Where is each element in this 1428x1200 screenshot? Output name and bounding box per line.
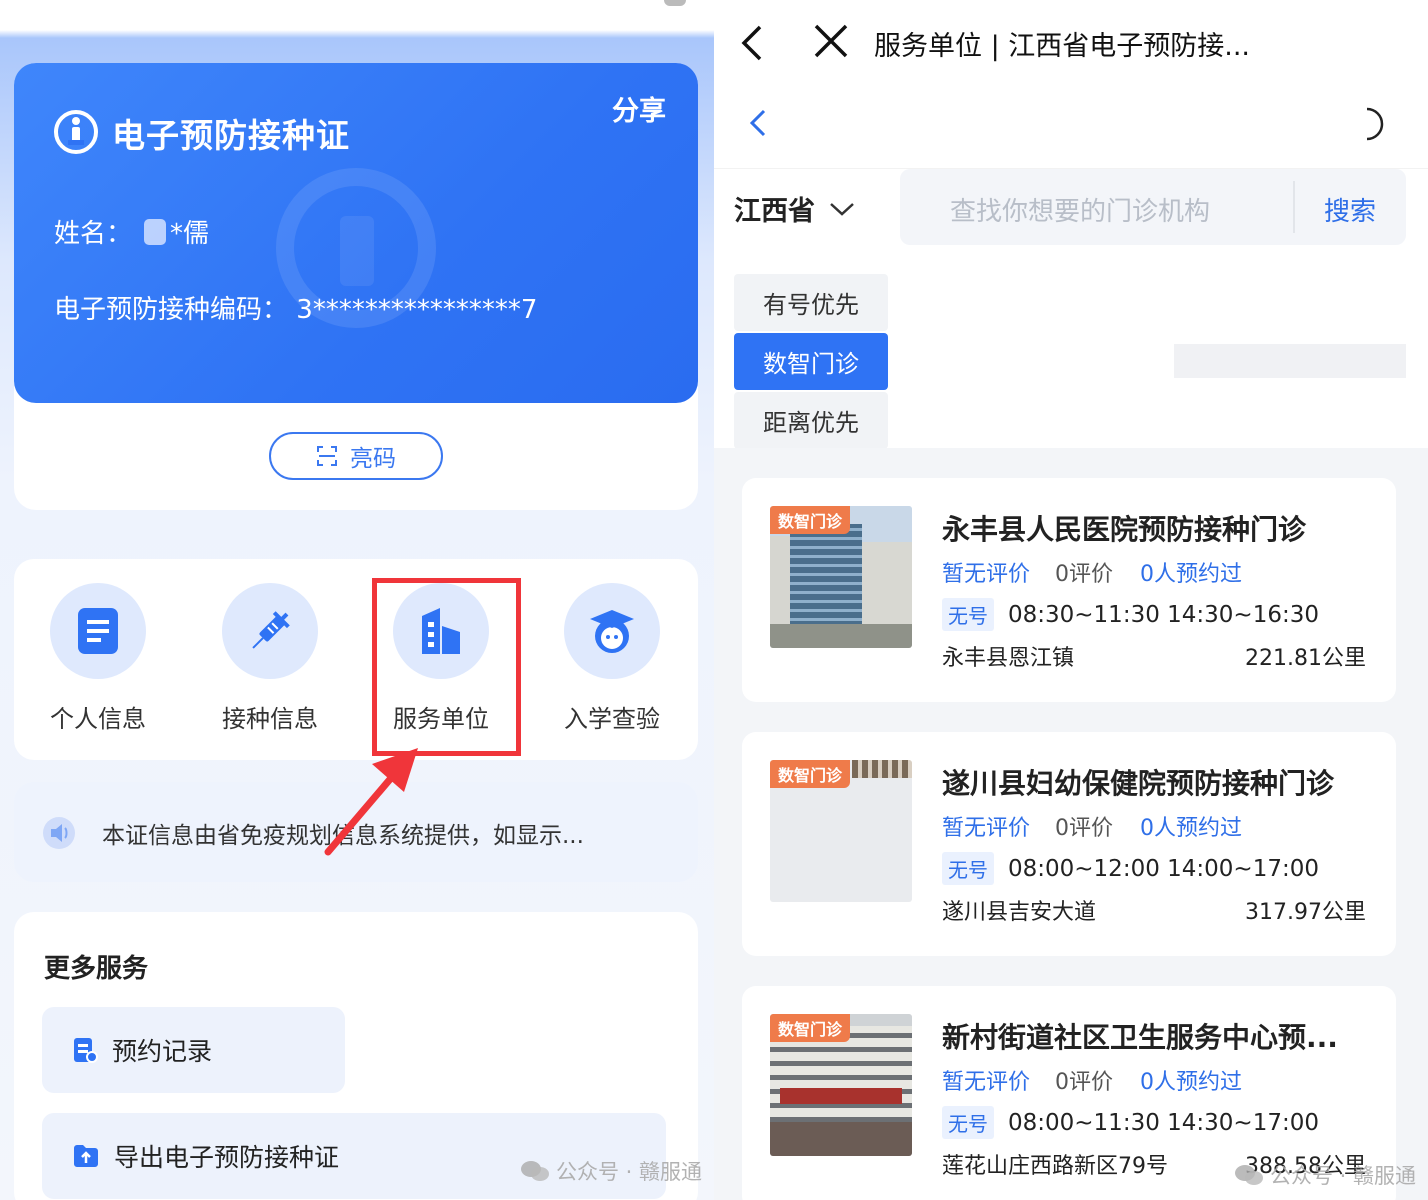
clinic-card[interactable]: 数智门诊 遂川县妇幼保健院预防接种门诊 暂无评价 0评价 0人预约过 无号 08… — [742, 732, 1396, 956]
function-label: 入学查验 — [564, 705, 660, 733]
name-label: 姓名： — [54, 219, 133, 249]
watermark-text: 公众号 · 赣服通 — [1270, 1164, 1417, 1188]
clinic-hours: 08:00~11:30 14:30~17:00 — [1008, 1109, 1319, 1136]
function-label: 接种信息 — [222, 705, 318, 733]
review-count: 0评价 — [1055, 562, 1114, 587]
certificate-title: 电子预防接种证 — [112, 116, 350, 155]
bright-code-button[interactable]: 亮码 — [269, 432, 443, 480]
function-vaccination-info[interactable]: 接种信息 — [190, 583, 350, 734]
export-icon — [74, 1145, 98, 1167]
booking-count: 0人预约过 — [1140, 1070, 1243, 1095]
scan-icon — [317, 446, 337, 466]
review-count: 0评价 — [1055, 816, 1114, 841]
clinic-distance: 317.97公里 — [1245, 900, 1366, 925]
code-label: 电子预防接种编码： — [54, 295, 289, 325]
status-indicator — [664, 0, 686, 6]
clinic-rating-row: 暂无评价 0评价 0人预约过 — [942, 1064, 1242, 1096]
more-services-title: 更多服务 — [44, 954, 149, 984]
export-certificate-label: 导出电子预防接种证 — [114, 1143, 340, 1172]
function-personal-info[interactable]: 个人信息 — [18, 583, 178, 734]
appointment-records-label: 预约记录 — [112, 1037, 213, 1066]
search-button[interactable]: 搜索 — [1324, 191, 1376, 228]
document-icon — [78, 608, 118, 654]
right-screenshot: 服务单位 | 江西省电子预防接... 江西省 查找你想要的门诊机构 搜索 有号优… — [714, 0, 1428, 1200]
clinic-address: 莲花山庄西路新区79号 — [942, 1154, 1168, 1179]
code-value: 3****************7 — [296, 295, 538, 325]
watermark: 公众号 · 赣服通 — [1234, 1160, 1416, 1190]
name-value: *儒 — [170, 219, 210, 249]
page-title: 服务单位 | 江西省电子预防接... — [874, 31, 1251, 62]
sub-back-icon[interactable] — [748, 108, 768, 138]
bright-code-label: 亮码 — [350, 446, 396, 472]
chevron-down-icon — [830, 202, 854, 216]
function-school-check[interactable]: 入学查验 — [532, 583, 692, 734]
clinic-badge: 数智门诊 — [770, 506, 851, 534]
clinic-name: 新村街道社区卫生服务中心预... — [942, 1021, 1338, 1054]
annotation-arrow-icon — [324, 748, 418, 856]
name-row: 姓名： *儒 — [54, 213, 209, 250]
province-label: 江西省 — [734, 196, 815, 227]
clinic-rating-row: 暂无评价 0评价 0人预约过 — [942, 556, 1242, 588]
slot-status-tag: 无号 — [942, 598, 994, 631]
code-row: 电子预防接种编码： 3****************7 — [54, 289, 537, 326]
clinic-badge: 数智门诊 — [770, 1014, 851, 1042]
close-icon[interactable] — [812, 22, 850, 60]
booking-count: 0人预约过 — [1140, 816, 1243, 841]
name-privacy-mask — [144, 218, 167, 245]
wechat-icon — [521, 1161, 549, 1181]
record-icon — [74, 1038, 98, 1063]
graduate-icon — [590, 610, 634, 653]
clinic-hours-row: 无号 08:00~11:30 14:30~17:00 — [942, 1106, 1319, 1139]
dark-mode-icon[interactable] — [1361, 106, 1391, 142]
sort-tab-smart-clinic[interactable]: 数智门诊 — [734, 333, 888, 390]
province-selector[interactable]: 江西省 — [734, 189, 855, 228]
watermark-text: 公众号 · 赣服通 — [556, 1160, 703, 1184]
slot-status-tag: 无号 — [942, 1106, 994, 1139]
clinic-address: 永丰县恩江镇 — [942, 646, 1075, 671]
clinic-hours: 08:00~12:00 14:00~17:00 — [1008, 855, 1319, 882]
no-rating-label: 暂无评价 — [942, 816, 1031, 841]
wechat-icon — [1235, 1165, 1263, 1185]
clinic-photo: 数智门诊 — [770, 760, 912, 902]
sort-tab-distance-first[interactable]: 距离优先 — [734, 392, 888, 449]
watermark: 公众号 · 赣服通 — [520, 1156, 702, 1186]
back-icon[interactable] — [738, 24, 766, 62]
secondary-filter-dropdown[interactable] — [1174, 344, 1406, 378]
syringe-icon — [252, 611, 290, 649]
vaccination-certificate-card: 电子预防接种证 分享 姓名： *儒 电子预防接种编码： 3***********… — [14, 63, 698, 403]
appointment-records-button[interactable]: 预约记录 — [42, 1007, 345, 1093]
clinic-name: 遂川县妇幼保健院预防接种门诊 — [942, 767, 1335, 800]
review-count: 0评价 — [1055, 1070, 1114, 1095]
clinic-address: 遂川县吉安大道 — [942, 900, 1097, 925]
booking-count: 0人预约过 — [1140, 562, 1243, 587]
no-rating-label: 暂无评价 — [942, 1070, 1031, 1095]
clinic-distance: 221.81公里 — [1245, 646, 1366, 671]
clinic-name: 永丰县人民医院预防接种门诊 — [942, 513, 1307, 546]
vaccine-logo-icon — [54, 110, 98, 154]
clinic-hours-row: 无号 08:30~11:30 14:30~16:30 — [942, 598, 1319, 631]
clinic-photo: 数智门诊 — [770, 1014, 912, 1156]
filter-area: 江西省 查找你想要的门诊机构 搜索 有号优先 数智门诊 距离优先 — [714, 168, 1428, 449]
left-screenshot: 电子预防接种证 分享 姓名： *儒 电子预防接种编码： 3***********… — [0, 0, 714, 1200]
clinic-card[interactable]: 数智门诊 永丰县人民医院预防接种门诊 暂无评价 0评价 0人预约过 无号 08:… — [742, 478, 1396, 702]
sort-tab-available-first[interactable]: 有号优先 — [734, 274, 888, 331]
function-label: 个人信息 — [50, 705, 146, 733]
share-button[interactable]: 分享 — [612, 89, 666, 128]
clinic-rating-row: 暂无评价 0评价 0人预约过 — [942, 810, 1242, 842]
no-rating-label: 暂无评价 — [942, 562, 1031, 587]
clinic-hours-row: 无号 08:00~12:00 14:00~17:00 — [942, 852, 1319, 885]
clinic-hours: 08:30~11:30 14:30~16:30 — [1008, 601, 1319, 628]
search-divider — [1293, 181, 1295, 233]
clinic-photo: 数智门诊 — [770, 506, 912, 648]
clinic-badge: 数智门诊 — [770, 760, 851, 788]
clinic-list: 数智门诊 永丰县人民医院预防接种门诊 暂无评价 0评价 0人预约过 无号 08:… — [714, 448, 1428, 1200]
search-input[interactable]: 查找你想要的门诊机构 — [950, 191, 1210, 228]
search-box: 查找你想要的门诊机构 搜索 — [900, 169, 1406, 245]
speaker-icon — [43, 817, 75, 849]
slot-status-tag: 无号 — [942, 852, 994, 885]
